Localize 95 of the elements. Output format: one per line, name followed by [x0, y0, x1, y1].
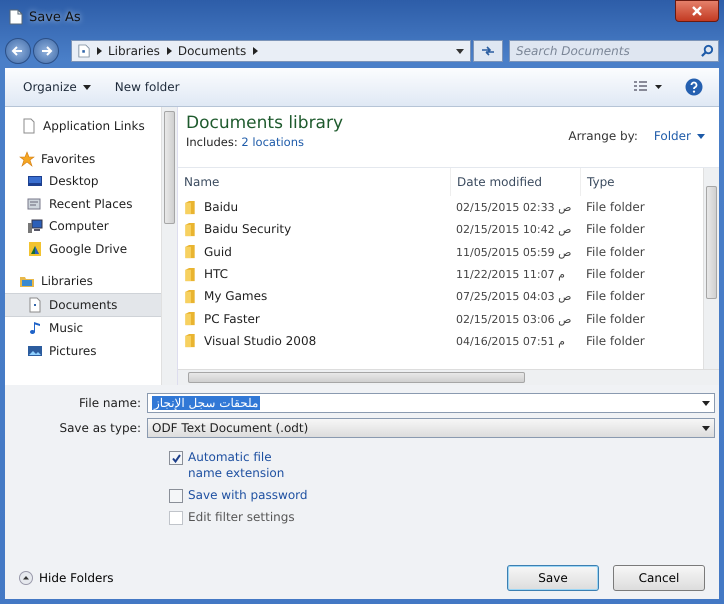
chevron-icon — [166, 47, 172, 55]
collapse-up-icon — [19, 571, 33, 585]
dropdown-arrow-icon[interactable] — [456, 48, 464, 54]
date-cell: 02/15/2015 02:33 ص — [456, 201, 572, 214]
includes-label: Includes: — [186, 135, 238, 149]
file-name[interactable]: PC Faster — [204, 312, 260, 326]
close-icon — [691, 5, 703, 17]
type-cell-text: File folder — [585, 334, 646, 348]
sidebar-item[interactable]: Recent Places — [5, 192, 161, 215]
sidebar-item[interactable]: Documents — [5, 292, 161, 317]
sidebar-item[interactable]: Google Drive — [5, 238, 161, 260]
computer-icon — [27, 218, 43, 234]
locations-link[interactable]: 2 locations — [241, 135, 304, 149]
type-cell-text: File folder — [585, 222, 646, 236]
chevron-icon — [96, 47, 102, 55]
file-name-label: File name: — [78, 396, 142, 410]
breadcrumb[interactable]: Libraries — [108, 44, 160, 58]
hide-folders-button[interactable]: Hide Folders — [19, 571, 114, 585]
folder-icon — [184, 200, 196, 215]
document-icon — [21, 118, 37, 134]
date-cell: 04/16/2015 07:51 م — [456, 334, 565, 348]
document-icon — [27, 296, 43, 313]
folder-icon — [184, 288, 196, 304]
search-field[interactable]: Search Documents — [509, 40, 719, 62]
list-view-icon — [633, 81, 663, 93]
library-title: Documents library — [186, 113, 344, 133]
save-button[interactable]: Save — [507, 565, 599, 591]
save-as-type-label: Save as type: — [58, 421, 142, 435]
scrollbar[interactable] — [703, 168, 719, 369]
sidebar-item[interactable]: Pictures — [5, 340, 161, 362]
file-name[interactable]: Visual Studio 2008 — [204, 334, 316, 348]
date-cell: 02/15/2015 10:42 ص — [456, 223, 572, 236]
close-button[interactable] — [675, 0, 719, 22]
date-cell: 11/05/2015 05:59 ص — [456, 246, 572, 259]
folder-icon — [184, 266, 196, 282]
type-cell-text: File folder — [585, 267, 646, 282]
arrange-dropdown[interactable]: Folder — [648, 129, 711, 143]
back-arrow-icon — [11, 44, 25, 58]
date-cell: 11/22/2015 11:07 م — [456, 268, 565, 282]
type-cell-text: File folder — [585, 312, 646, 326]
file-name[interactable]: Guid — [204, 244, 232, 259]
sidebar-item[interactable]: Libraries — [5, 270, 161, 292]
forward-arrow-icon — [39, 44, 53, 58]
refresh-button[interactable] — [473, 40, 503, 62]
star-icon — [19, 150, 35, 167]
window-title: Save As — [29, 10, 81, 24]
refresh-arrows-icon — [481, 46, 495, 56]
sidebar-item[interactable]: Application Links — [5, 115, 161, 138]
document-icon — [9, 9, 23, 25]
date-cell: 02/15/2015 03:06 ص — [456, 312, 572, 326]
file-name[interactable]: HTC — [204, 267, 228, 282]
drive-icon — [27, 240, 43, 257]
sidebar-item[interactable]: Desktop — [5, 170, 161, 192]
type-cell-text: File folder — [585, 244, 646, 259]
scrollbar[interactable] — [161, 107, 177, 385]
file-name[interactable]: Baidu Security — [204, 222, 292, 236]
checkbox-label[interactable]: Save with password — [188, 487, 308, 503]
file-name[interactable]: My Games — [204, 289, 268, 304]
help-icon — [685, 78, 703, 96]
sidebar-item[interactable]: Music — [5, 317, 161, 340]
folder-icon — [184, 311, 196, 326]
checkbox[interactable] — [169, 451, 183, 465]
caret-icon — [82, 84, 91, 90]
search-icon — [701, 44, 714, 57]
arrange-label: Arrange by: — [568, 129, 638, 143]
folder-icon — [184, 222, 196, 237]
file-name-field[interactable]: ملحقات سجل الإنجاز — [147, 393, 715, 413]
forward-button[interactable] — [33, 38, 59, 64]
checkbox[interactable] — [169, 489, 183, 503]
horizontal-scrollbar[interactable] — [178, 369, 719, 385]
type-cell-text: File folder — [585, 289, 646, 304]
library-icon — [78, 44, 90, 58]
folder-icon — [184, 333, 196, 348]
caret-icon — [697, 134, 705, 138]
back-button[interactable] — [5, 38, 31, 64]
organize-button[interactable]: Organize — [15, 76, 99, 98]
type-cell-text: File folder — [585, 200, 646, 214]
sidebar-item[interactable]: Favorites — [5, 148, 161, 170]
recent-places-icon — [27, 196, 43, 212]
column-header[interactable]: Name — [178, 168, 450, 196]
checkbox-label[interactable]: Automatic file name extension — [188, 449, 309, 481]
breadcrumb[interactable]: Documents — [178, 44, 246, 58]
folder-icon — [184, 244, 196, 260]
dropdown-arrow-icon[interactable] — [702, 400, 710, 406]
sidebar-item[interactable]: Computer — [5, 215, 161, 238]
dropdown-arrow-icon[interactable] — [702, 426, 710, 430]
save-as-type-dropdown[interactable]: ODF Text Document (.odt) — [147, 418, 715, 438]
cancel-button[interactable]: Cancel — [613, 565, 705, 591]
date-cell: 07/25/2015 04:03 ص — [456, 290, 572, 304]
new-folder-button[interactable]: New folder — [106, 76, 188, 98]
column-header[interactable]: Date modified — [450, 168, 580, 196]
file-name[interactable]: Baidu — [204, 200, 238, 214]
address-bar[interactable]: Libraries Documents — [71, 40, 471, 62]
chevron-icon — [252, 47, 258, 55]
music-note-icon — [27, 320, 43, 336]
